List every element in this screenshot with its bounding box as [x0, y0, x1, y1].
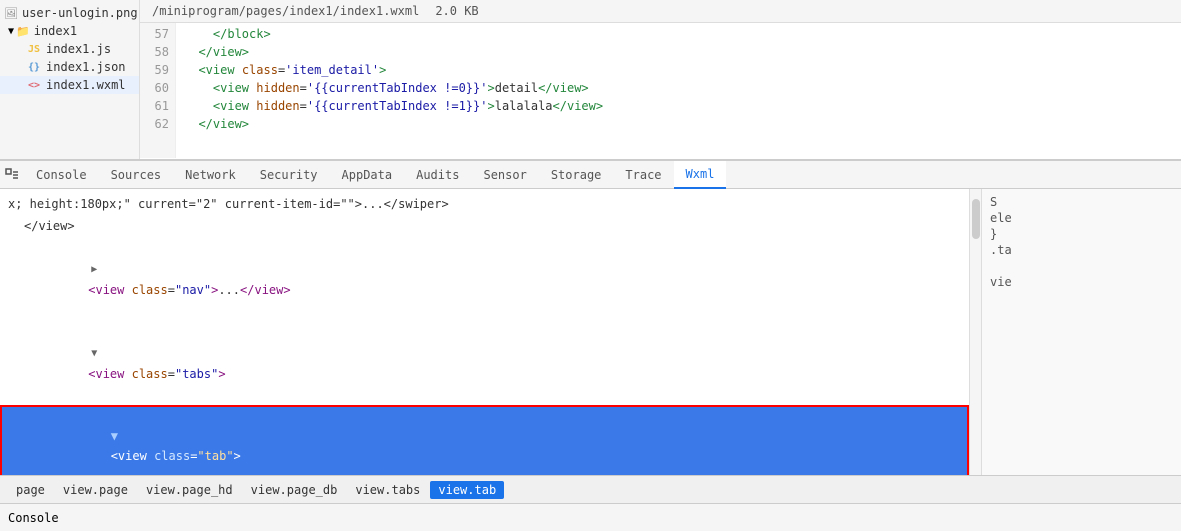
code-line-61: <view hidden='{{currentTabIndex !=1}}'>l… [176, 97, 1181, 115]
tab-appdata[interactable]: AppData [330, 161, 405, 189]
folder-icon: 📁 [16, 25, 30, 38]
app-container: 🖼 user-unlogin.png ▼ 📁 index1 JS index1.… [0, 0, 1181, 531]
breadcrumb-view-tabs[interactable]: view.tabs [347, 481, 428, 499]
console-bar: Console [0, 503, 1181, 531]
collapse-arrow-tabs[interactable]: ▼ [88, 344, 100, 364]
wxml-line-3[interactable]: ▶ <view class="nav">...</view> [0, 237, 969, 321]
right-panel: S ele } .ta vie [981, 189, 1181, 475]
inspect-icon[interactable] [4, 167, 20, 183]
code-lines: </block> </view> <view class='item_detai… [176, 23, 1181, 158]
tab-console[interactable]: Console [24, 161, 99, 189]
devtools-content: x; height:180px;" current="2" current-it… [0, 189, 1181, 475]
console-label[interactable]: Console [8, 511, 59, 525]
right-panel-line-5 [990, 259, 1173, 273]
breadcrumb-view-page-hd[interactable]: view.page_hd [138, 481, 241, 499]
line-numbers: 57 58 59 60 61 62 [140, 23, 176, 158]
code-line-62: </view> [176, 115, 1181, 133]
tab-storage[interactable]: Storage [539, 161, 614, 189]
wxml-scrollbar[interactable] [969, 189, 981, 475]
code-line-58: </view> [176, 43, 1181, 61]
tab-network[interactable]: Network [173, 161, 248, 189]
breadcrumb-view-tab[interactable]: view.tab [430, 481, 504, 499]
tab-sensor[interactable]: Sensor [471, 161, 538, 189]
scrollbar-thumb[interactable] [972, 199, 980, 239]
breadcrumb-bar: page view.page view.page_hd view.page_db… [0, 475, 1181, 503]
wxml-line-1[interactable]: x; height:180px;" current="2" current-it… [0, 193, 969, 215]
file-tree: 🖼 user-unlogin.png ▼ 📁 index1 JS index1.… [0, 0, 140, 159]
file-label-wxml: index1.wxml [46, 78, 125, 92]
code-content: 57 58 59 60 61 62 </block> </view> <view… [140, 23, 1181, 158]
right-panel-line-2: ele [990, 211, 1173, 225]
file-icon-png: 🖼 [4, 7, 18, 20]
tab-trace[interactable]: Trace [613, 161, 673, 189]
devtools-tabs: Console Sources Network Security AppData… [0, 161, 1181, 189]
breadcrumb-view-page-db[interactable]: view.page_db [243, 481, 346, 499]
file-tree-item-index1-wxml[interactable]: <> index1.wxml [0, 76, 139, 94]
code-line-60: <view hidden='{{currentTabIndex !=0}}'>d… [176, 79, 1181, 97]
selected-block-container: ▼ <view class="tab"> <view bindtap="onTa… [0, 405, 969, 475]
file-icon-js: JS [28, 44, 40, 55]
file-tree-item-index1-folder[interactable]: ▼ 📁 index1 [0, 22, 139, 40]
wxml-line-4[interactable]: ▼ <view class="tabs"> [0, 321, 969, 405]
file-icon-wxml: <> [28, 80, 40, 91]
file-path: /miniprogram/pages/index1/index1.wxml [152, 4, 419, 18]
collapse-arrow-nav[interactable]: ▶ [88, 260, 100, 280]
file-tree-item-index1-json[interactable]: {} index1.json [0, 58, 139, 76]
tab-audits[interactable]: Audits [404, 161, 471, 189]
code-file-header: /miniprogram/pages/index1/index1.wxml 2.… [140, 0, 1181, 23]
file-icon-json: {} [28, 62, 40, 73]
breadcrumb-page[interactable]: page [8, 481, 53, 499]
file-label-json: index1.json [46, 60, 125, 74]
right-panel-line-4: .ta [990, 243, 1173, 257]
right-panel-line-6: vie [990, 275, 1173, 289]
code-line-59: <view class='item_detail'> [176, 61, 1181, 79]
wxml-panel[interactable]: x; height:180px;" current="2" current-it… [0, 189, 969, 475]
wxml-line-5[interactable]: ▼ <view class="tab"> [0, 405, 969, 475]
top-area: 🖼 user-unlogin.png ▼ 📁 index1 JS index1.… [0, 0, 1181, 160]
file-label-index1: index1 [34, 24, 77, 38]
file-tree-item-index1-js[interactable]: JS index1.js [0, 40, 139, 58]
tab-wxml[interactable]: Wxml [674, 161, 727, 189]
file-size: 2.0 KB [435, 4, 478, 18]
tab-security[interactable]: Security [248, 161, 330, 189]
file-label-js: index1.js [46, 42, 111, 56]
right-panel-line-3: } [990, 227, 1173, 241]
wxml-line-2[interactable]: </view> [0, 215, 969, 237]
devtools-panel: Console Sources Network Security AppData… [0, 160, 1181, 503]
file-label-user-unlogin: user-unlogin.png [22, 6, 138, 20]
right-panel-line-1: S [990, 195, 1173, 209]
code-editor: /miniprogram/pages/index1/index1.wxml 2.… [140, 0, 1181, 159]
breadcrumb-view-page[interactable]: view.page [55, 481, 136, 499]
file-tree-item-user-unlogin[interactable]: 🖼 user-unlogin.png [0, 4, 139, 22]
tab-sources[interactable]: Sources [99, 161, 174, 189]
folder-arrow: ▼ [8, 26, 14, 37]
code-line-57: </block> [176, 25, 1181, 43]
